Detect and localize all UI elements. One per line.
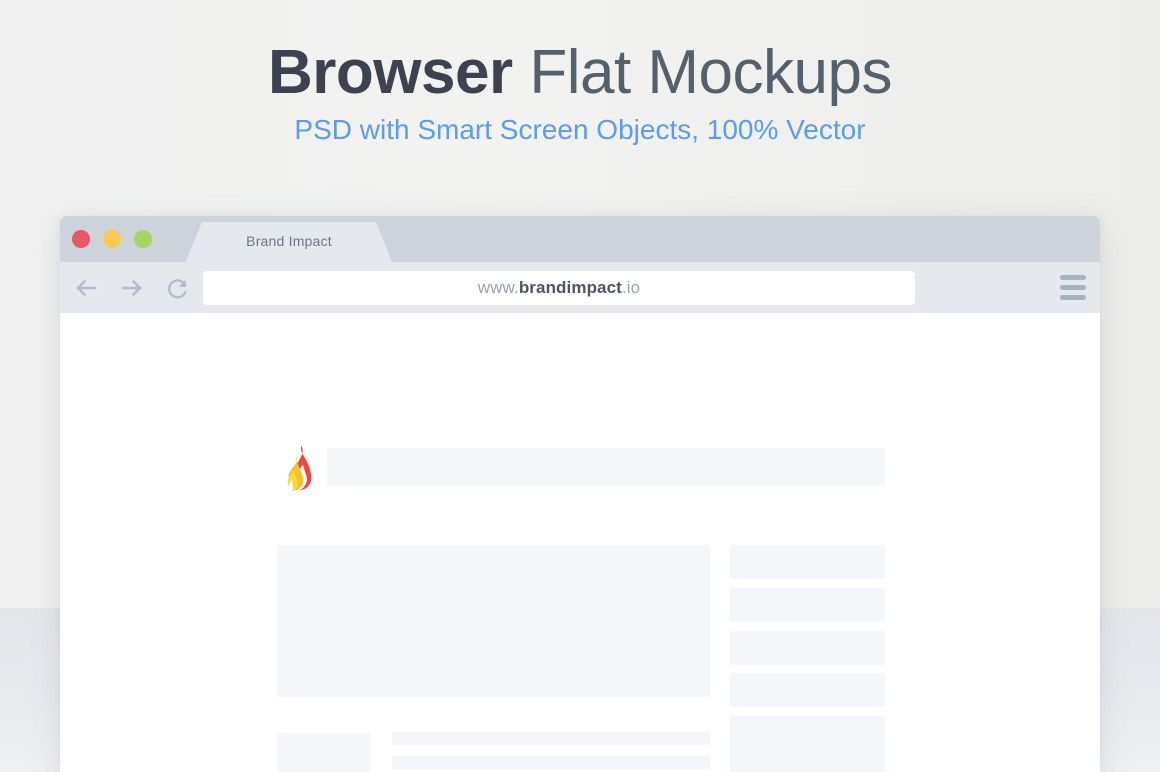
browser-viewport bbox=[60, 313, 1100, 772]
sidebar-item-4[interactable] bbox=[730, 673, 885, 707]
forward-button[interactable] bbox=[119, 275, 145, 301]
navigation-controls bbox=[73, 275, 191, 301]
url-prefix: www. bbox=[477, 278, 519, 297]
back-button[interactable] bbox=[73, 275, 99, 301]
poster-canvas: Browser Flat Mockups PSD with Smart Scre… bbox=[0, 0, 1160, 772]
window-controls bbox=[72, 216, 152, 262]
page-subtitle: PSD with Smart Screen Objects, 100% Vect… bbox=[294, 114, 866, 145]
article-thumbnail bbox=[277, 733, 370, 772]
minimize-button[interactable] bbox=[103, 230, 121, 248]
text-line-2 bbox=[392, 756, 710, 769]
url-domain: brandimpact bbox=[518, 278, 622, 297]
browser-tabstrip: Brand Impact bbox=[60, 216, 1100, 262]
page-title-light: Flat Mockups bbox=[512, 38, 892, 107]
menu-line bbox=[1060, 285, 1086, 290]
hamburger-menu-icon[interactable] bbox=[1060, 275, 1086, 300]
sidebar-item-3[interactable] bbox=[730, 631, 885, 665]
sidebar-item-2[interactable] bbox=[730, 588, 885, 622]
hero-block bbox=[277, 545, 710, 697]
tab-brand-impact[interactable]: Brand Impact bbox=[186, 222, 392, 262]
sidebar-item-1[interactable] bbox=[730, 545, 885, 579]
page-title-strong: Browser bbox=[268, 38, 513, 107]
text-line-1 bbox=[392, 732, 710, 745]
menu-line bbox=[1060, 295, 1086, 300]
menu-line bbox=[1060, 275, 1086, 280]
browser-toolbar: www.brandimpact.io bbox=[60, 262, 1100, 313]
close-button[interactable] bbox=[72, 230, 90, 248]
address-bar-value: www.brandimpact.io bbox=[478, 278, 640, 298]
browser-window: Brand Impact www.brandimpact.io bbox=[60, 216, 1100, 772]
page-title: Browser Flat Mockups bbox=[0, 38, 1160, 108]
sidebar-item-5[interactable] bbox=[730, 716, 885, 772]
site-header-bar bbox=[327, 448, 885, 486]
address-bar[interactable]: www.brandimpact.io bbox=[203, 271, 915, 305]
tab-label: Brand Impact bbox=[246, 233, 332, 249]
reload-button[interactable] bbox=[165, 275, 191, 301]
url-suffix: .io bbox=[621, 278, 641, 297]
flame-logo-icon bbox=[284, 445, 312, 492]
zoom-button[interactable] bbox=[134, 230, 152, 248]
